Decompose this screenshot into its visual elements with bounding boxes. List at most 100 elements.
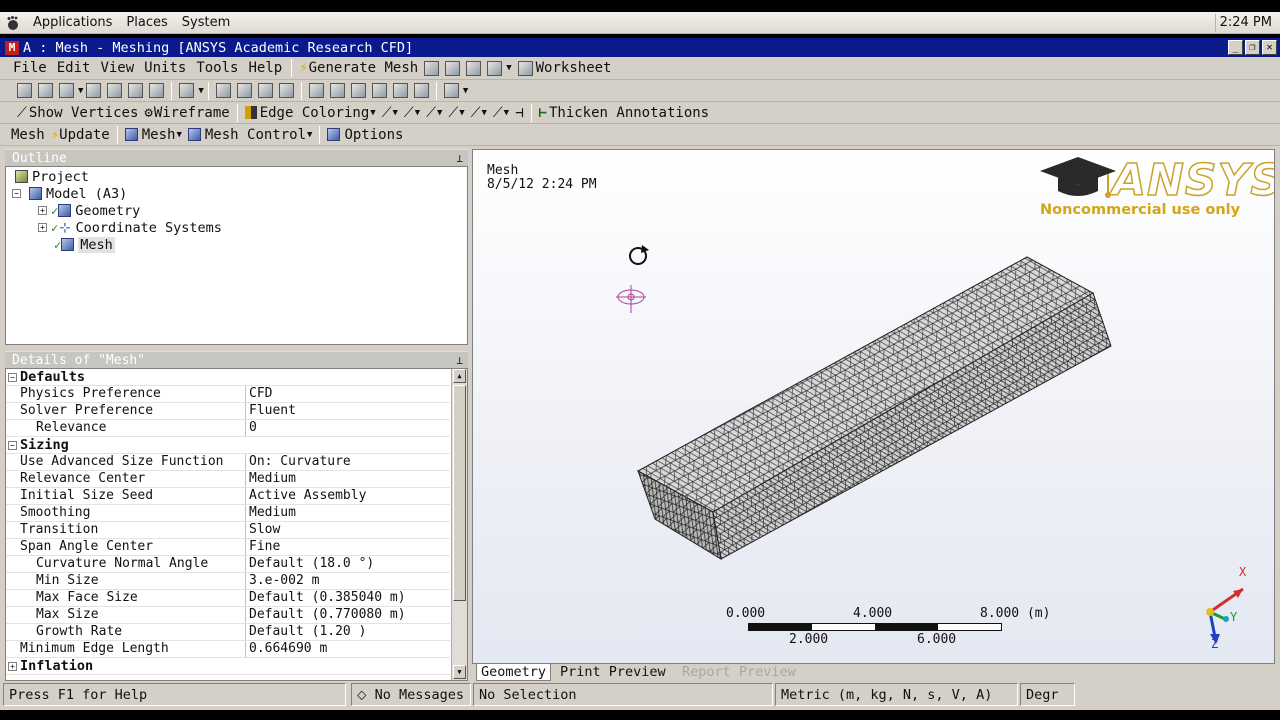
details-row[interactable]: Growth Rate Default (1.20 ) [6,624,450,641]
property-value[interactable]: 3.e-002 m [246,573,319,589]
update-button[interactable]: ⚡ Update [48,125,113,145]
details-row[interactable]: Max Size Default (0.770080 m) [6,607,450,624]
status-units[interactable]: Metric (m, kg, N, s, V, A) [775,683,1018,706]
image-capture-icon[interactable] [487,60,503,76]
details-row[interactable]: Minimum Edge Length 0.664690 m [6,641,450,658]
details-section[interactable]: + Inflation [6,658,450,675]
property-value[interactable]: Active Assembly [246,488,366,504]
minimize-button[interactable]: _ [1228,40,1243,55]
rotate-icon[interactable] [215,83,231,98]
details-row[interactable]: Relevance Center Medium [6,471,450,488]
edge-coloring-button[interactable]: Edge Coloring ▼ [242,103,379,123]
menu-view[interactable]: View [95,60,139,76]
text-annotation-icon[interactable] [466,60,482,76]
menu-edit[interactable]: Edit [52,60,96,76]
details-row[interactable]: Smoothing Medium [6,505,450,522]
scroll-down-arrow[interactable]: ▼ [453,665,466,679]
tree-item-coordinate-systems[interactable]: + ✓ ⊹ Coordinate Systems [38,219,222,236]
property-value[interactable]: Default (18.0 °) [246,556,374,572]
places-menu[interactable]: Places [119,15,174,30]
details-row[interactable]: Span Angle Center Fine [6,539,450,556]
details-row[interactable]: Transition Slow [6,522,450,539]
tree-item-model[interactable]: − Model (A3) [12,185,127,202]
title-bar[interactable]: M A : Mesh - Meshing [ANSYS Academic Res… [0,38,1280,57]
select-vertex-icon[interactable] [86,83,102,98]
edge-style-3-button[interactable]: ⟋ ▼ [423,103,445,123]
status-angle[interactable]: Degr [1020,683,1075,706]
options-button[interactable]: Options [324,125,406,145]
details-row[interactable]: Use Advanced Size Function On: Curvature [6,454,450,471]
worksheet-button[interactable]: Worksheet [512,58,615,78]
section-toggle[interactable]: − [8,441,17,450]
cursor-icon[interactable] [59,83,74,98]
zoom-in-icon[interactable] [308,83,324,98]
edge-style-2-button[interactable]: ⟋ ▼ [401,103,423,123]
expand-toggle[interactable]: + [38,206,47,215]
details-row[interactable]: Initial Size Seed Active Assembly [6,488,450,505]
next-view-icon[interactable] [413,83,429,98]
property-value[interactable]: Default (0.770080 m) [246,607,406,623]
property-value[interactable]: Fluent [246,403,296,419]
section-toggle[interactable]: + [8,662,17,671]
property-value[interactable]: Default (1.20 ) [246,624,366,640]
wireframe-button[interactable]: ⚙ Wireframe [141,103,232,123]
mesh-preview-icon[interactable] [424,60,440,76]
system-menu[interactable]: System [175,15,237,30]
tree-item-project[interactable]: Project [12,168,89,185]
previous-view-icon[interactable] [392,83,408,98]
tab-geometry[interactable]: Geometry [476,664,552,681]
gnome-foot-icon[interactable] [0,12,26,34]
select-icon[interactable] [17,83,32,98]
chevron-down-icon[interactable]: ▼ [198,86,203,96]
pan-icon[interactable] [236,83,252,98]
edge-style-6-button[interactable]: ⟋ ▼ [490,103,512,123]
abc-label-icon[interactable] [445,60,461,76]
details-row[interactable]: Max Face Size Default (0.385040 m) [6,590,450,607]
edge-style-1-button[interactable]: ⟋ ▼ [379,103,401,123]
box-zoom-icon[interactable] [278,83,294,98]
status-messages[interactable]: ⬦ No Messages [351,683,471,706]
tree-item-geometry[interactable]: + ✓ Geometry [38,202,140,219]
details-row[interactable]: Min Size 3.e-002 m [6,573,450,590]
details-section[interactable]: − Sizing [6,437,450,454]
property-value[interactable]: CFD [246,386,272,402]
zoom-icon[interactable] [257,83,273,98]
property-value[interactable]: On: Curvature [246,454,351,470]
details-row[interactable]: Physics Preference CFD [6,386,450,403]
edge-style-5-button[interactable]: ⟋ ▼ [468,103,490,123]
details-row[interactable]: Curvature Normal Angle Default (18.0 °) [6,556,450,573]
menu-units[interactable]: Units [139,60,191,76]
mesh-model[interactable] [473,150,1275,664]
chevron-down-icon[interactable]: ▼ [78,86,83,96]
property-value[interactable]: Fine [246,539,280,555]
generate-mesh-button[interactable]: ⚡ Generate Mesh [296,58,421,78]
pin-icon[interactable]: ⊥ [456,150,463,167]
zoom-to-fit-icon[interactable] [350,83,366,98]
graphics-viewport[interactable]: Mesh 8/5/12 2:24 PM ANSYS Noncommercial … [472,149,1275,664]
section-toggle[interactable]: − [8,373,17,382]
mesh-menu-button[interactable]: Mesh ▼ [122,125,185,145]
tab-report-preview[interactable]: Report Preview [678,664,800,681]
property-value[interactable]: 0.664690 m [246,641,327,657]
menu-tools[interactable]: Tools [191,60,243,76]
select-edge-icon[interactable] [107,83,123,98]
details-row[interactable]: Relevance 0 [6,420,450,437]
maximize-button[interactable]: ❐ [1245,40,1260,55]
property-value[interactable]: Default (0.385040 m) [246,590,406,606]
extend-selection-icon[interactable] [179,83,195,98]
viewport-layout-icon[interactable] [443,83,459,98]
zoom-fit-icon[interactable] [329,83,345,98]
clock[interactable]: 2:24 PM [1220,15,1272,30]
thicken-annotations-button[interactable]: ⊢ Thicken Annotations [536,103,713,123]
select-body-icon[interactable] [149,83,165,98]
tab-print-preview[interactable]: Print Preview [556,664,670,681]
property-value[interactable]: Medium [246,471,296,487]
applications-menu[interactable]: Applications [26,15,119,30]
property-value[interactable]: 0 [246,420,257,436]
app-icon[interactable]: M [5,40,19,55]
property-value[interactable]: Medium [246,505,296,521]
scroll-up-arrow[interactable]: ▲ [453,369,466,383]
select-mode-icon[interactable] [38,83,53,98]
tree-item-mesh[interactable]: ✓ Mesh [54,236,115,253]
pin-icon[interactable]: ⊥ [456,352,463,369]
